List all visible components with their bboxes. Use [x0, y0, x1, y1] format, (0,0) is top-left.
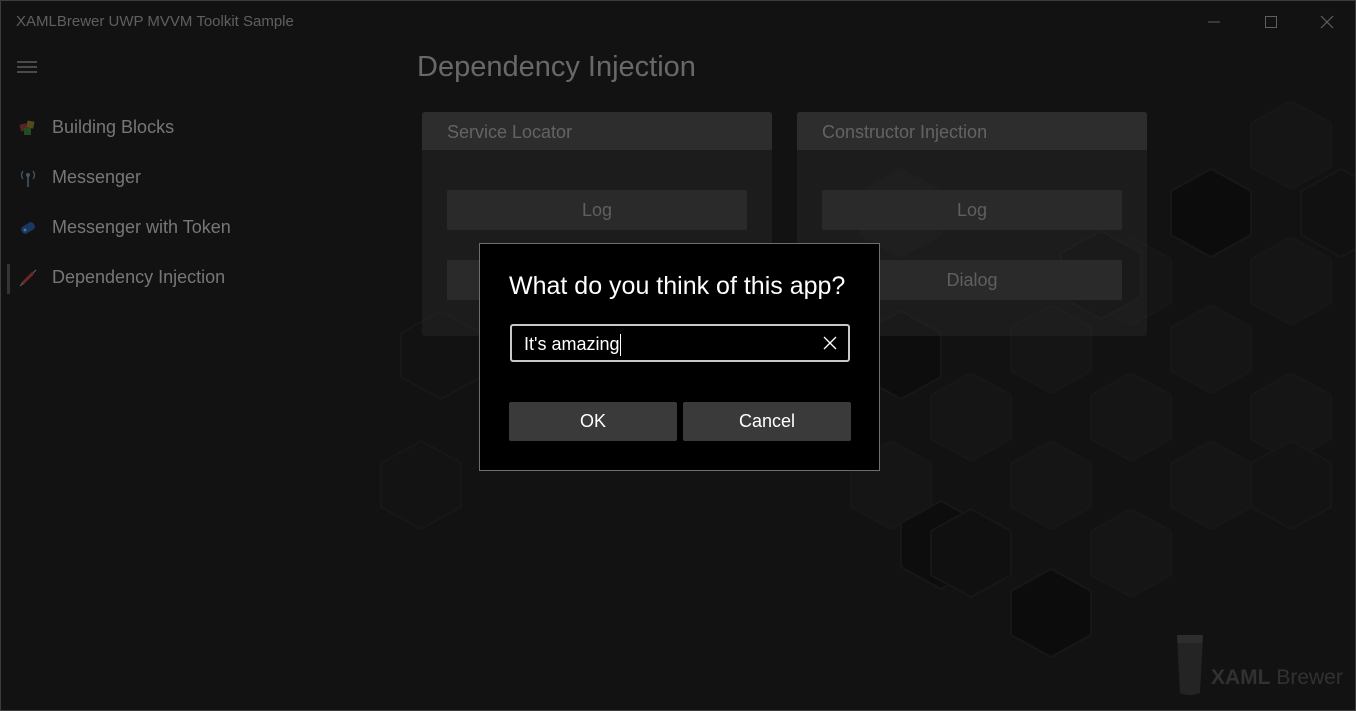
content-dialog: What do you think of this app? It's amaz… [479, 243, 880, 471]
cancel-button[interactable]: Cancel [683, 402, 851, 441]
app-window: XAMLBrewer UWP MVVM Toolkit Sample Build… [0, 0, 1356, 711]
input-value: It's amazing [524, 334, 620, 354]
clear-icon[interactable] [820, 333, 840, 353]
text-caret [620, 334, 621, 356]
feedback-input[interactable]: It's amazing [510, 324, 850, 362]
dialog-title: What do you think of this app? [509, 272, 846, 300]
ok-button[interactable]: OK [509, 402, 677, 441]
